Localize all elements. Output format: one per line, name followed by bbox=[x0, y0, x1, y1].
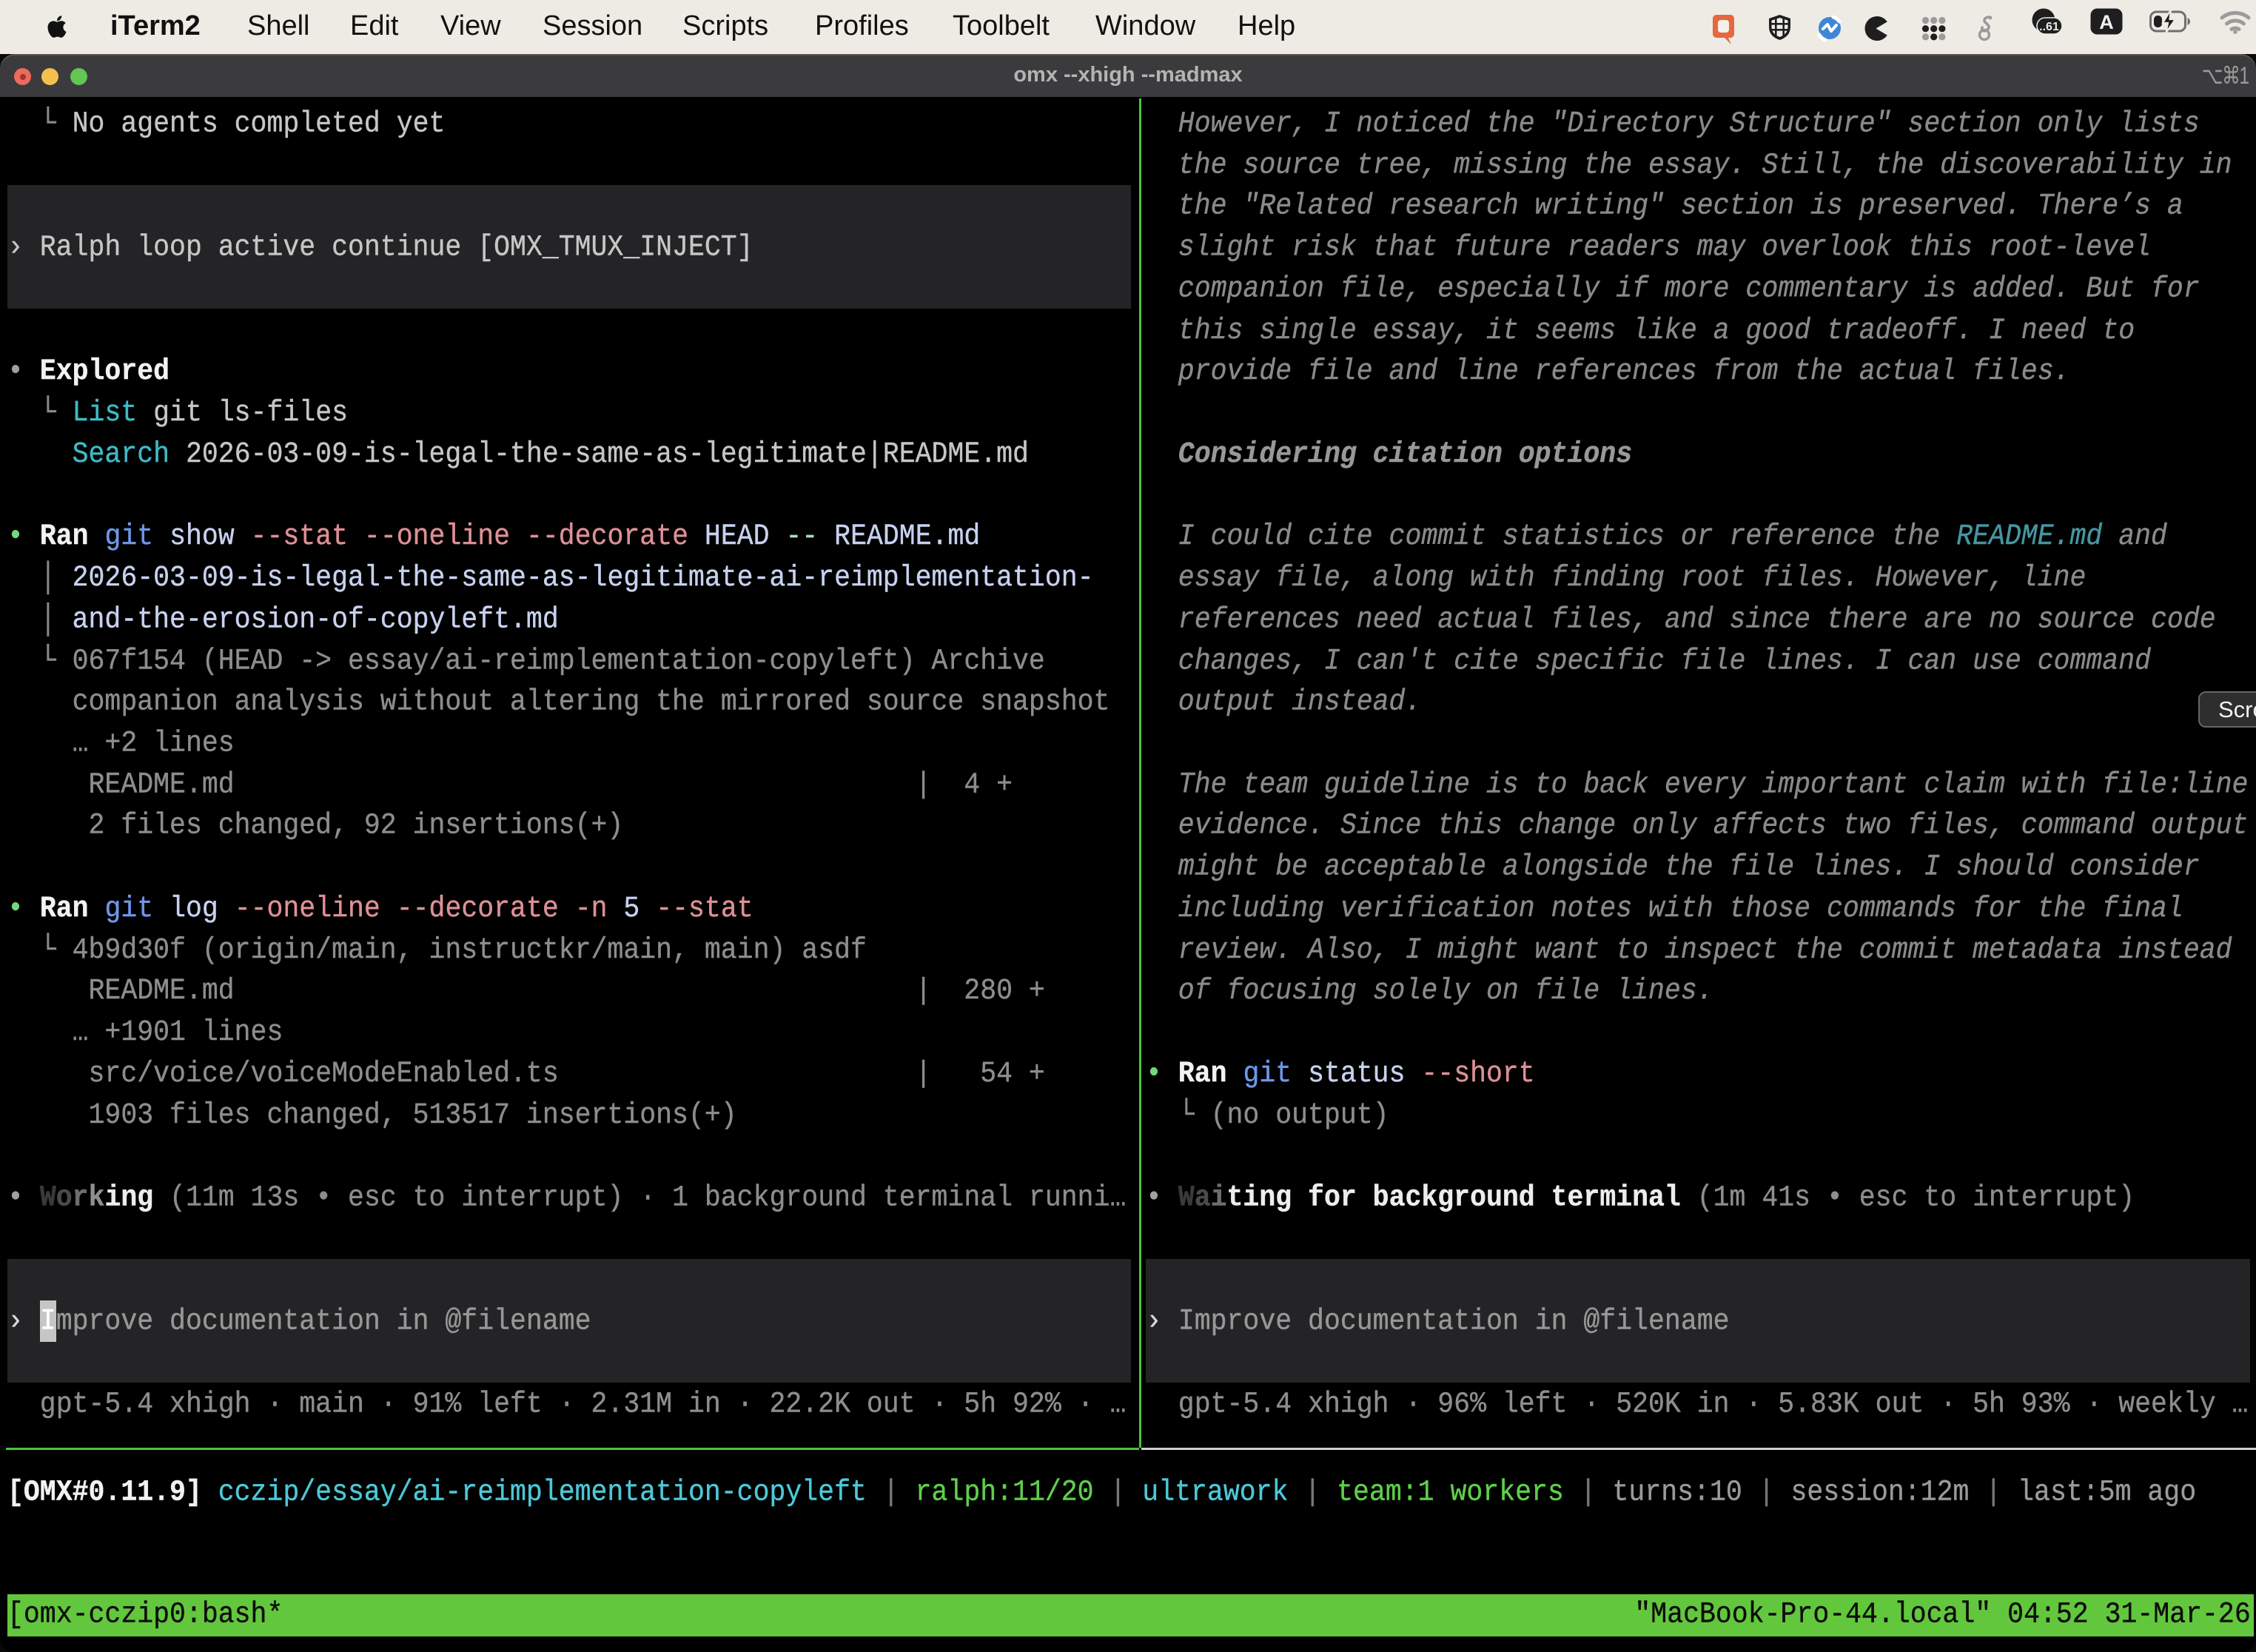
svg-text:A: A bbox=[2099, 11, 2114, 33]
svg-text:..61: ..61 bbox=[2039, 21, 2059, 33]
